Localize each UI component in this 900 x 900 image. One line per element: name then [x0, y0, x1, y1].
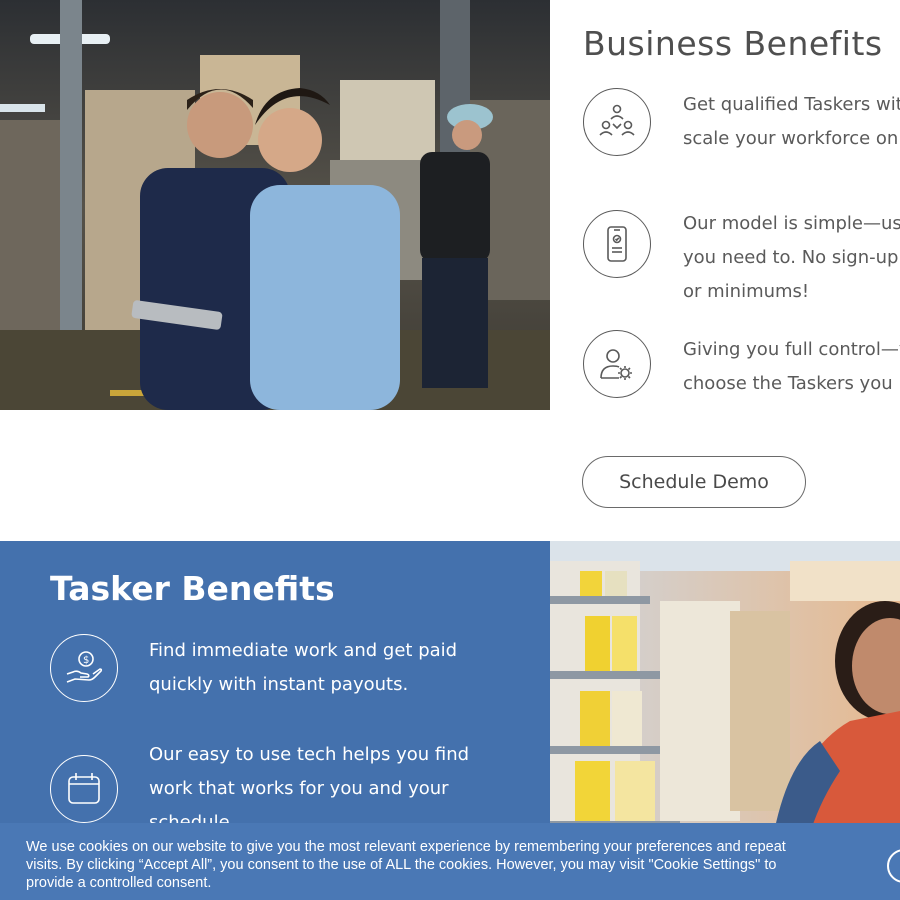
warehouse-photo	[0, 0, 550, 410]
business-benefit-text: Our model is simple—us you need to. No s…	[683, 213, 900, 302]
cookie-accept-button[interactable]	[887, 849, 900, 883]
person-gear-icon	[583, 330, 651, 398]
hand-money-icon: $	[50, 634, 118, 702]
cookie-consent-banner: We use cookies on our website to give yo…	[0, 823, 900, 900]
tasker-benefit-text: Find immediate work and get paid quickly…	[149, 640, 458, 695]
phone-checklist-icon	[583, 210, 651, 278]
business-benefits-title: Business Benefits	[583, 24, 883, 63]
schedule-demo-button[interactable]: Schedule Demo	[582, 456, 806, 508]
calendar-icon	[50, 755, 118, 823]
page: Business Benefits Get qualified Taskers …	[0, 0, 900, 900]
team-network-icon	[583, 88, 651, 156]
business-benefit-text: Get qualified Taskers wit scale your wor…	[683, 94, 900, 149]
cookie-consent-text: We use cookies on our website to give yo…	[26, 839, 786, 891]
svg-text:$: $	[83, 655, 89, 666]
business-benefit-text: Giving you full control—y choose the Tas…	[683, 339, 900, 394]
tasker-benefits-title: Tasker Benefits	[50, 569, 335, 608]
